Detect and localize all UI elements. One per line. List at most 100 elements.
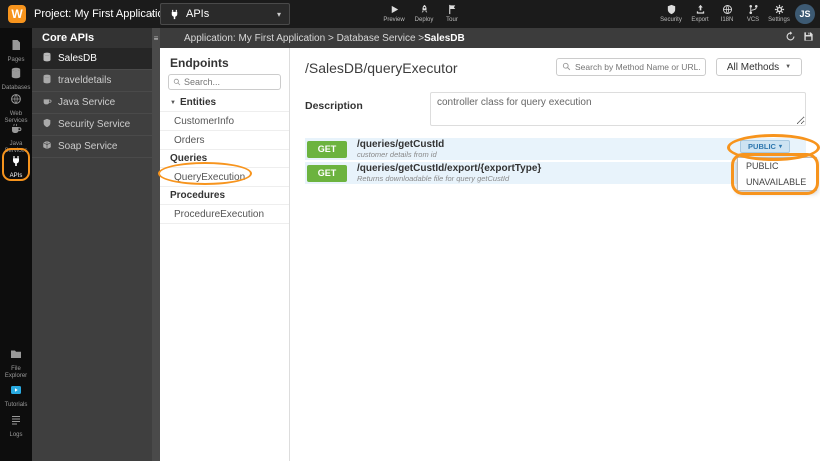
endpoint-item-orders[interactable]: Orders <box>160 131 289 150</box>
workspace-selector-label: APIs <box>186 8 210 20</box>
search-icon <box>173 73 181 91</box>
tour-button[interactable]: Tour <box>436 3 468 23</box>
endpoint-item-queryexecution[interactable]: QueryExecution <box>160 168 289 187</box>
section-entities-label: Entities <box>179 97 217 108</box>
database-icon <box>10 66 22 84</box>
access-label: PUBLIC <box>748 142 776 151</box>
collapse-handle-icon[interactable]: ≡ <box>152 34 160 43</box>
endpoint-row-getcustid[interactable]: GET /queries/getCustId customer details … <box>305 138 806 160</box>
rail-label-tutorials: Tutorials <box>4 402 28 408</box>
service-item-traveldetails[interactable]: traveldetails <box>32 70 152 92</box>
folder-icon <box>10 347 22 365</box>
deploy-label: Deploy <box>414 17 434 23</box>
services-panel: Core APIs SalesDB traveldetails Java Ser… <box>32 28 160 461</box>
wavemaker-studio: W Project: My First Application › APIs ▾… <box>0 0 820 461</box>
service-item-salesdb[interactable]: SalesDB <box>32 48 152 70</box>
endpoints-title: Endpoints <box>170 56 229 70</box>
service-item-label: Java Service <box>58 97 116 108</box>
access-dropdown-button[interactable]: PUBLIC ▾ <box>740 140 790 153</box>
section-entities[interactable]: ▼ Entities <box>160 94 289 112</box>
method-filter-dropdown[interactable]: All Methods ▼ <box>716 58 802 76</box>
i18n-label: I18N <box>720 17 734 23</box>
method-get-badge: GET <box>307 164 347 182</box>
rail-item-logs[interactable]: Logs <box>0 413 32 439</box>
caret-down-icon: ▼ <box>785 64 792 70</box>
endpoint-item-customerinfo[interactable]: CustomerInfo <box>160 112 289 131</box>
tour-label: Tour <box>446 17 458 23</box>
rail-label-logs: Logs <box>9 432 23 438</box>
preview-button[interactable]: Preview <box>378 3 410 23</box>
rail-item-java-services[interactable]: Java Services <box>0 122 32 155</box>
user-avatar[interactable]: JS <box>795 4 815 24</box>
caret-down-icon: ▼ <box>170 99 176 106</box>
caret-down-icon: ▾ <box>778 144 782 150</box>
rail-label-pages: Pages <box>7 57 25 63</box>
section-queries[interactable]: Queries <box>160 150 289 168</box>
section-queries-label: Queries <box>170 153 208 164</box>
database-icon <box>42 74 52 87</box>
service-item-label: traveldetails <box>58 75 112 86</box>
refresh-icon[interactable] <box>785 29 796 47</box>
workspace-selector[interactable]: APIs ▾ <box>160 3 290 25</box>
endpoint-row-texts: /queries/getCustId customer details from… <box>357 139 444 159</box>
rail-item-tutorials[interactable]: Tutorials <box>0 383 32 409</box>
security-label: Security <box>660 17 682 23</box>
method-search-input[interactable] <box>575 62 700 72</box>
wavemaker-logo[interactable]: W <box>8 5 26 23</box>
security-button[interactable]: Security <box>655 3 687 23</box>
panel-resize-strip[interactable]: ≡ <box>152 28 160 461</box>
service-item-soap-service[interactable]: Soap Service <box>32 136 152 158</box>
settings-label: Settings <box>768 17 790 23</box>
page-title: /SalesDB/queryExecutor <box>305 60 458 76</box>
rail-item-file-explorer[interactable]: File Explorer <box>0 347 32 380</box>
endpoints-panel: Endpoints ▼ Entities CustomerInfo Orders… <box>160 48 290 461</box>
gear-icon <box>774 3 785 15</box>
menu-item-unavailable[interactable]: UNAVAILABLE <box>738 174 816 190</box>
rocket-icon <box>419 3 430 15</box>
chevron-right-icon: › <box>149 6 154 21</box>
endpoint-item-procedureexecution[interactable]: ProcedureExecution <box>160 205 289 224</box>
endpoints-search-input[interactable] <box>184 77 276 87</box>
endpoint-path: /queries/getCustId/export/{exportType} <box>357 163 542 174</box>
endpoints-search <box>168 74 281 90</box>
rail-item-web-services[interactable]: Web Services <box>0 92 32 125</box>
service-item-security-service[interactable]: Security Service <box>32 114 152 136</box>
service-item-java-service[interactable]: Java Service <box>32 92 152 114</box>
cube-icon <box>42 140 52 153</box>
coffee-icon <box>10 122 22 140</box>
globe-icon <box>722 3 733 15</box>
method-filter-label: All Methods <box>726 61 780 73</box>
access-dropdown-menu: PUBLIC UNAVAILABLE <box>737 157 817 191</box>
branch-icon <box>748 3 759 15</box>
menu-item-public[interactable]: PUBLIC <box>738 158 816 174</box>
section-procedures[interactable]: Procedures <box>160 187 289 205</box>
services-panel-title: Core APIs <box>42 32 95 44</box>
shield-icon <box>42 118 52 131</box>
rail-item-apis[interactable]: APIs <box>0 154 32 180</box>
settings-button[interactable]: Settings <box>763 3 795 23</box>
vcs-label: VCS <box>746 17 760 23</box>
api-icon <box>169 9 180 20</box>
endpoint-summary: Returns downloadable file for query getC… <box>357 174 510 183</box>
endpoint-row-getcustid-export[interactable]: GET /queries/getCustId/export/{exportTyp… <box>305 162 806 184</box>
left-rail: Pages Databases Web Services Java Servic… <box>0 28 32 461</box>
description-label: Description <box>305 100 363 112</box>
save-icon[interactable] <box>803 29 814 47</box>
rail-item-pages[interactable]: Pages <box>0 38 32 64</box>
flag-icon <box>447 3 458 15</box>
breadcrumb-bar: Application: My First Application > Data… <box>160 28 820 48</box>
breadcrumb-current: SalesDB <box>424 32 465 44</box>
rail-item-databases[interactable]: Databases <box>0 66 32 92</box>
description-textarea[interactable]: controller class for query execution <box>430 92 806 126</box>
export-icon <box>695 3 706 15</box>
coffee-icon <box>42 96 52 109</box>
play-icon <box>389 3 400 15</box>
method-get-badge: GET <box>307 140 347 158</box>
service-item-label: Soap Service <box>58 141 118 152</box>
list-lines-icon <box>10 413 22 431</box>
method-search <box>556 58 706 76</box>
export-label: Export <box>691 17 709 23</box>
pages-icon <box>10 38 22 56</box>
endpoint-row-texts: /queries/getCustId/export/{exportType} R… <box>357 163 541 183</box>
breadcrumb-actions <box>785 28 814 48</box>
